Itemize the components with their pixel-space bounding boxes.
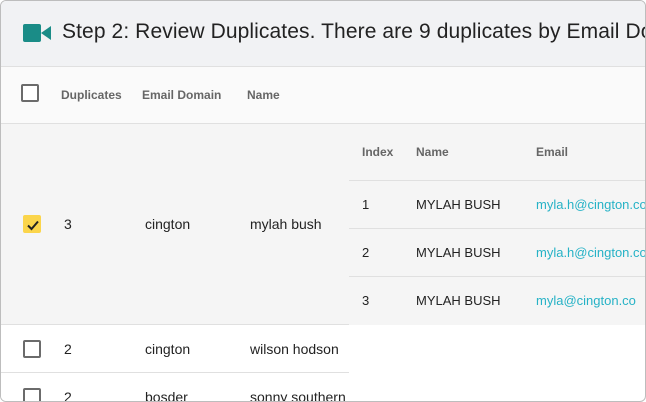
row-checkbox[interactable] — [23, 340, 41, 358]
record-name: MYLAH BUSH — [416, 245, 501, 260]
record-index: 2 — [362, 245, 370, 260]
table-row[interactable]: 2 cington wilson hodson — [1, 325, 349, 373]
duplicates-count: 3 — [64, 216, 72, 232]
group-name: mylah bush — [250, 216, 322, 232]
email-domain: bosder — [145, 389, 188, 402]
dedupe-window: Step 2: Review Duplicates. There are 9 d… — [0, 0, 646, 402]
column-header-index[interactable]: Index — [362, 145, 393, 159]
row-checkbox[interactable] — [23, 215, 41, 233]
record-email-link[interactable]: myla.h@cington.com — [536, 245, 645, 260]
duplicates-count: 2 — [64, 341, 72, 357]
record-name: MYLAH BUSH — [416, 293, 501, 308]
checkmark-icon — [27, 220, 39, 231]
column-header-duplicates[interactable]: Duplicates — [61, 88, 122, 102]
table-row[interactable]: 3 cington mylah bush Index Name Email 1 … — [1, 124, 645, 325]
column-header-record-name[interactable]: Name — [416, 145, 449, 159]
duplicates-count: 2 — [64, 389, 72, 402]
record-email-link[interactable]: myla@cington.co — [536, 293, 636, 308]
list-item[interactable]: 3 MYLAH BUSH myla@cington.co — [349, 277, 645, 325]
column-header-name[interactable]: Name — [247, 88, 280, 102]
duplicate-records-table: Index Name Email 1 MYLAH BUSH myla.h@cin… — [349, 124, 645, 325]
video-camera-icon — [23, 24, 51, 42]
row-checkbox[interactable] — [23, 388, 41, 401]
record-index: 1 — [362, 197, 370, 212]
group-name: wilson hodson — [250, 341, 339, 357]
page-header: Step 2: Review Duplicates. There are 9 d… — [1, 1, 646, 67]
page-title: Step 2: Review Duplicates. There are 9 d… — [62, 20, 646, 43]
list-item[interactable]: 2 MYLAH BUSH myla.h@cington.com — [349, 229, 645, 277]
sub-table-header: Index Name Email — [349, 124, 645, 181]
record-index: 3 — [362, 293, 370, 308]
column-header-email-domain[interactable]: Email Domain — [142, 88, 221, 102]
email-domain: cington — [145, 341, 191, 357]
table-header: Duplicates Email Domain Name — [1, 67, 645, 124]
record-name: MYLAH BUSH — [416, 197, 501, 212]
email-domain: cington — [145, 216, 191, 232]
column-header-email[interactable]: Email — [536, 145, 568, 159]
record-email-link[interactable]: myla.h@cington.com — [536, 197, 645, 212]
list-item[interactable]: 1 MYLAH BUSH myla.h@cington.com — [349, 181, 645, 229]
group-name: sonny southern — [250, 389, 346, 402]
table-row[interactable]: 2 bosder sonny southern — [1, 373, 349, 402]
select-all-checkbox[interactable] — [21, 84, 39, 102]
